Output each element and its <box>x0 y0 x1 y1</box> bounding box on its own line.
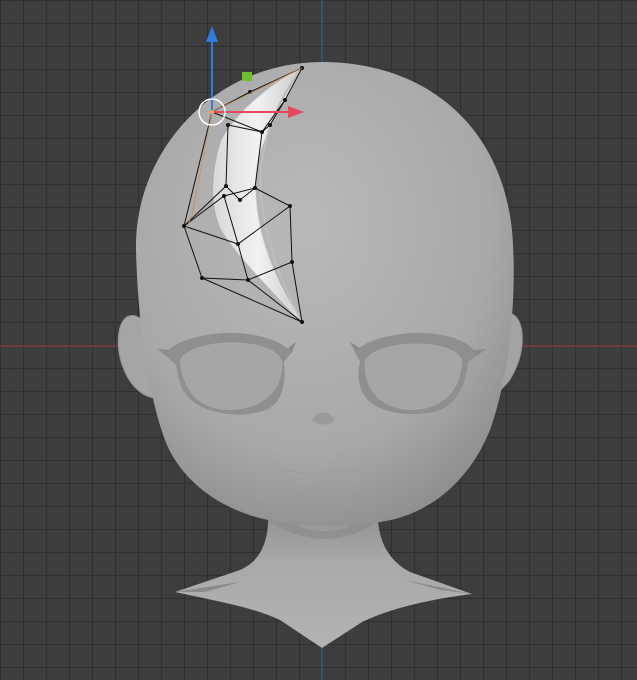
lattice-point[interactable] <box>288 204 292 208</box>
lattice-point[interactable] <box>182 224 186 228</box>
lattice-point[interactable] <box>246 278 250 282</box>
lattice-point[interactable] <box>222 194 226 198</box>
lattice-point[interactable] <box>226 123 230 127</box>
head-mesh[interactable] <box>135 62 514 527</box>
lattice-point[interactable] <box>238 198 242 202</box>
lattice-point[interactable] <box>224 184 228 188</box>
lattice-point[interactable] <box>268 123 272 127</box>
lattice-point[interactable] <box>300 320 304 324</box>
3d-viewport[interactable] <box>0 0 637 680</box>
lattice-point[interactable] <box>260 130 264 134</box>
lattice-point[interactable] <box>200 276 204 280</box>
lattice-point[interactable] <box>290 260 294 264</box>
corner-handle-icon[interactable] <box>242 72 252 81</box>
lattice-point[interactable] <box>253 186 257 190</box>
neck-mesh[interactable] <box>175 505 472 648</box>
lattice-point[interactable] <box>283 98 287 102</box>
lattice-point[interactable] <box>236 242 240 246</box>
viewport-canvas[interactable] <box>0 0 637 680</box>
